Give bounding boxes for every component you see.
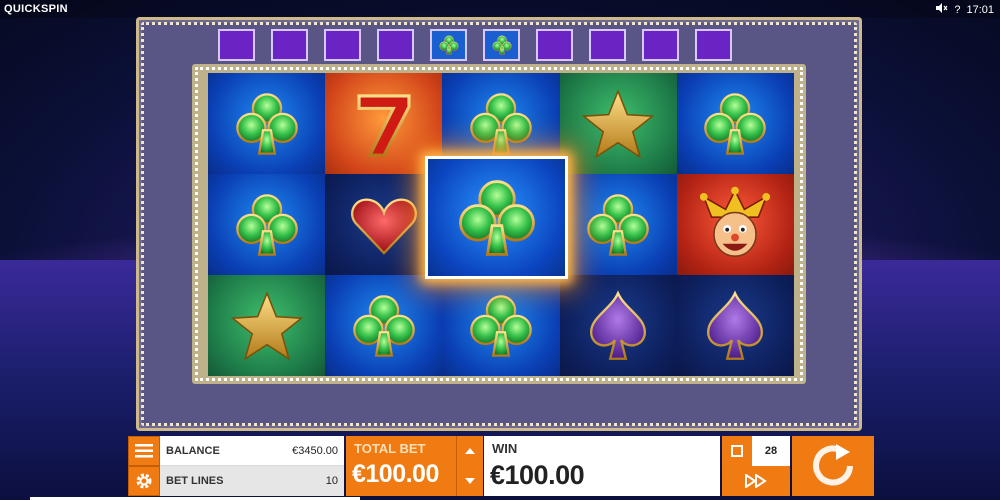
club-icon	[449, 170, 545, 266]
total-bet-value: €100.00	[352, 460, 439, 488]
spin-button[interactable]	[792, 436, 874, 496]
autoplay-count: 28	[752, 436, 790, 466]
winning-symbol-highlight	[425, 156, 568, 279]
reel-cell	[208, 73, 326, 174]
fast-forward-icon	[745, 474, 767, 488]
bet-lines-label: BET LINES	[166, 475, 224, 487]
reel-cell	[559, 174, 677, 275]
star-icon	[581, 88, 655, 159]
reel-cell	[559, 73, 677, 174]
line-marker	[642, 29, 679, 61]
line-marker	[536, 29, 573, 61]
win-value: €100.00	[490, 460, 585, 490]
brand-logo: QUICKSPIN	[4, 3, 68, 15]
line-marker	[589, 29, 626, 61]
club-icon	[437, 33, 461, 57]
autoplay-toggle[interactable]	[722, 436, 752, 466]
spade-icon	[707, 289, 764, 360]
reel-cell	[676, 174, 794, 275]
bet-increase-button[interactable]	[457, 436, 483, 466]
settings-button[interactable]	[128, 466, 160, 496]
bet-stepper	[456, 436, 483, 496]
reel-cell	[208, 275, 326, 376]
club-icon	[579, 186, 657, 264]
bet-lines-row: BET LINES 10	[160, 466, 344, 496]
club-icon	[462, 287, 540, 365]
spin-arrow-icon	[813, 444, 853, 486]
reel-cell	[559, 275, 677, 376]
bet-lines-value: 10	[325, 475, 338, 487]
total-bet-display: TOTAL BET €100.00	[346, 436, 456, 496]
win-label: WIN	[492, 441, 518, 456]
clock: 17:01	[966, 3, 994, 16]
total-bet-label: TOTAL BET	[354, 441, 426, 456]
help-button[interactable]: ?	[954, 4, 960, 16]
fast-play-button[interactable]	[722, 466, 790, 496]
reel-cell	[442, 275, 560, 376]
spade-icon	[590, 289, 646, 360]
win-display: WIN €100.00	[484, 436, 720, 496]
reel-cell	[676, 275, 794, 376]
club-icon	[345, 287, 423, 365]
speaker-mute-icon[interactable]	[936, 3, 948, 16]
club-icon	[490, 33, 514, 57]
gear-icon	[136, 473, 152, 489]
chevron-up-icon	[465, 448, 475, 454]
line-marker	[377, 29, 414, 61]
line-markers	[218, 29, 732, 61]
club-icon	[696, 85, 774, 163]
reel-cell	[676, 73, 794, 174]
status-area: ? 17:01	[936, 3, 994, 16]
club-icon	[228, 85, 306, 163]
top-bar: QUICKSPIN ? 17:01	[0, 0, 1000, 18]
line-marker	[324, 29, 361, 61]
line-marker	[218, 29, 255, 61]
line-marker	[695, 29, 732, 61]
menu-button[interactable]	[128, 436, 160, 466]
jester-icon	[700, 186, 771, 257]
club-icon	[228, 186, 306, 264]
line-marker	[271, 29, 308, 61]
reel-cell	[208, 174, 326, 275]
line-marker-hit	[483, 29, 520, 61]
line-marker-hit	[430, 29, 467, 61]
hamburger-icon	[135, 444, 153, 458]
chevron-down-icon	[465, 478, 475, 484]
balance-row: BALANCE €3450.00	[160, 436, 344, 466]
reel-cell	[325, 275, 443, 376]
info-panel: BALANCE €3450.00 BET LINES 10	[160, 436, 344, 496]
club-icon	[462, 85, 540, 163]
balance-value: €3450.00	[292, 444, 338, 457]
bet-decrease-button[interactable]	[457, 466, 483, 496]
checkbox-icon	[731, 445, 743, 457]
star-icon	[230, 290, 303, 361]
heart-icon	[350, 198, 417, 255]
seven-icon	[357, 93, 411, 157]
balance-label: BALANCE	[166, 444, 220, 457]
